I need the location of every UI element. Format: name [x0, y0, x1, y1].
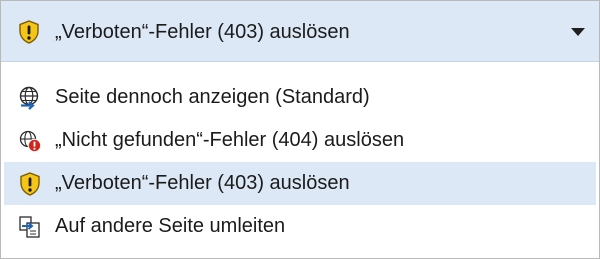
- option-forbidden-403[interactable]: „Verboten“-Fehler (403) auslösen: [4, 162, 596, 205]
- option-show-page[interactable]: Seite dennoch anzeigen (Standard): [4, 76, 596, 119]
- dropdown-selected-value: „Verboten“-Fehler (403) auslösen: [55, 21, 350, 43]
- option-label: Seite dennoch anzeigen (Standard): [55, 86, 370, 108]
- chevron-down-icon[interactable]: [571, 28, 585, 36]
- option-label: „Nicht gefunden“-Fehler (404) auslösen: [55, 129, 405, 151]
- option-label: Auf andere Seite umleiten: [55, 215, 286, 237]
- option-label: „Verboten“-Fehler (403) auslösen: [55, 172, 350, 194]
- page-error-icon: [18, 129, 42, 153]
- globe-arrow-icon: [18, 86, 42, 110]
- dropdown-options-list: Seite dennoch anzeigen (Standard) „Nicht…: [1, 76, 599, 248]
- shield-warning-icon: [18, 172, 42, 196]
- dropdown-combo-box[interactable]: „Verboten“-Fehler (403) auslösen: [1, 1, 599, 62]
- shield-warning-icon: [18, 20, 40, 44]
- option-not-found-404[interactable]: „Nicht gefunden“-Fehler (404) auslösen: [4, 119, 596, 162]
- dropdown-select[interactable]: „Verboten“-Fehler (403) auslösen Seite d…: [0, 0, 600, 259]
- option-redirect[interactable]: Auf andere Seite umleiten: [4, 205, 596, 248]
- redirect-icon: [18, 215, 42, 239]
